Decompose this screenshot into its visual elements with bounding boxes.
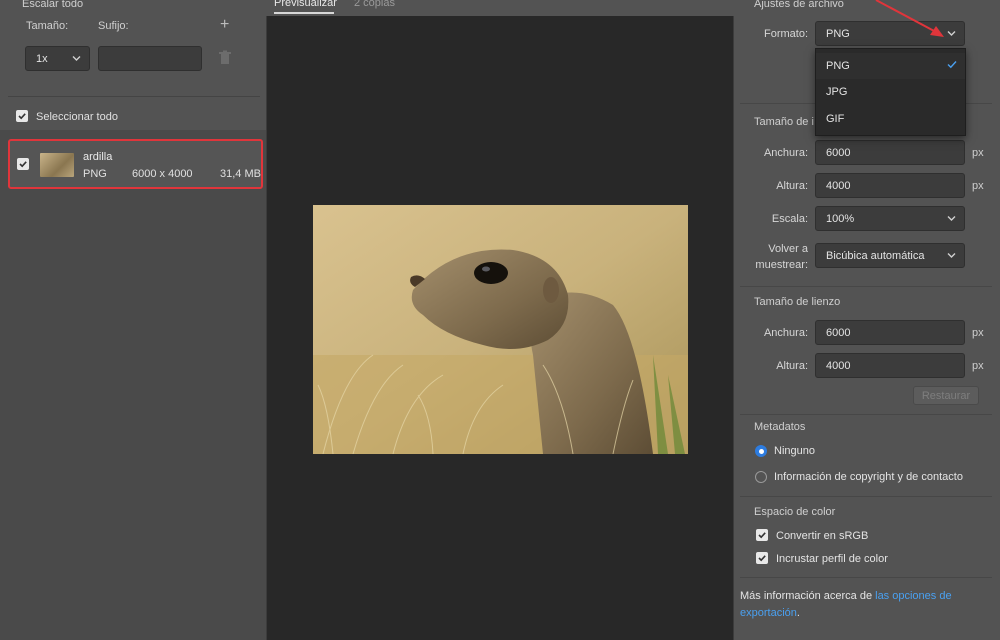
image-scale-dropdown[interactable]: 100% xyxy=(815,206,965,231)
asset-dimensions: 6000 x 4000 xyxy=(132,168,193,180)
canvas-width-unit: px xyxy=(972,327,984,339)
canvas-height-unit: px xyxy=(972,360,984,372)
canvas-height-label: Altura: xyxy=(776,360,808,372)
file-settings-title: Ajustes de archivo xyxy=(754,0,844,10)
annotation-arrow xyxy=(875,0,944,37)
image-width-input[interactable]: 6000 xyxy=(815,140,965,165)
divider xyxy=(740,496,992,497)
resample-dropdown[interactable]: Bicúbica automática xyxy=(815,243,965,268)
canvas-height-input[interactable]: 4000 xyxy=(815,353,965,378)
preview-image xyxy=(313,205,688,454)
asset-format: PNG xyxy=(83,168,107,180)
format-option-png-label: PNG xyxy=(826,60,850,72)
scale-all-title: Escalar todo xyxy=(22,0,84,10)
image-height-input[interactable]: 4000 xyxy=(815,173,965,198)
image-width-label: Anchura: xyxy=(763,147,808,159)
image-height-unit: px xyxy=(972,180,984,192)
asset-name: ardilla xyxy=(83,151,113,163)
resample-label-line2: muestrear: xyxy=(755,259,808,271)
size-label: Tamaño: xyxy=(26,20,69,32)
format-option-gif-label: GIF xyxy=(826,113,845,125)
image-height-label: Altura: xyxy=(776,180,808,192)
format-option-png[interactable]: PNG xyxy=(816,53,965,79)
resample-value: Bicúbica automática xyxy=(826,249,925,262)
divider xyxy=(8,96,260,97)
srgb-label[interactable]: Convertir en sRGB xyxy=(776,530,868,542)
resample-label: Volver a muestrear: xyxy=(742,241,808,273)
srgb-checkbox[interactable] xyxy=(756,529,768,541)
chevron-down-icon xyxy=(72,53,81,64)
select-all-label[interactable]: Seleccionar todo xyxy=(36,111,118,123)
format-dropdown-value: PNG xyxy=(826,27,850,40)
asset-checkbox[interactable] xyxy=(17,158,29,170)
image-size-title: Tamaño de i xyxy=(754,116,814,128)
metadata-title: Metadatos xyxy=(754,421,806,433)
image-scale-value: 100% xyxy=(826,212,855,225)
chevron-down-icon xyxy=(947,213,956,224)
scale-dropdown-value: 1x xyxy=(36,52,48,65)
embed-profile-label[interactable]: Incrustar perfil de color xyxy=(776,553,888,565)
image-width-unit: px xyxy=(972,147,984,159)
reset-button[interactable]: Restaurar xyxy=(913,386,979,405)
format-option-jpg[interactable]: JPG xyxy=(816,79,965,105)
metadata-copyright-radio[interactable] xyxy=(755,471,767,483)
resample-label-line1: Volver a xyxy=(768,243,808,255)
color-space-title: Espacio de color xyxy=(754,506,836,518)
add-scale-icon[interactable]: + xyxy=(220,16,229,34)
tab-preview[interactable]: Previsualizar xyxy=(274,0,337,9)
tab-copies[interactable]: 2 copias xyxy=(354,0,395,9)
asset-size: 31,4 MB xyxy=(220,168,261,180)
canvas-size-title: Tamaño de lienzo xyxy=(754,296,841,308)
export-options-link-cont[interactable]: exportación xyxy=(740,607,797,619)
footer-text: Más información acerca de xyxy=(740,590,876,602)
embed-profile-checkbox[interactable] xyxy=(756,552,768,564)
format-label: Formato: xyxy=(763,28,808,40)
suffix-input[interactable] xyxy=(98,46,202,71)
metadata-copyright-label[interactable]: Información de copyright y de contacto xyxy=(774,471,963,483)
asset-thumbnail xyxy=(40,153,74,177)
format-option-gif[interactable]: GIF xyxy=(816,106,965,132)
canvas-width-input[interactable]: 6000 xyxy=(815,320,965,345)
scale-label: Escala: xyxy=(771,213,808,225)
trash-icon[interactable] xyxy=(218,50,232,69)
export-options-link[interactable]: las opciones de xyxy=(875,590,951,602)
chevron-down-icon xyxy=(947,250,956,261)
format-option-jpg-label: JPG xyxy=(826,86,848,98)
tab-underline xyxy=(274,12,334,14)
scale-dropdown[interactable]: 1x xyxy=(25,46,90,71)
metadata-none-label[interactable]: Ninguno xyxy=(774,445,815,457)
footer-trailing: . xyxy=(796,607,800,619)
asset-list xyxy=(0,130,266,640)
select-all-checkbox[interactable] xyxy=(16,110,28,122)
divider xyxy=(740,286,992,287)
asset-row-ardilla[interactable]: ardilla PNG 6000 x 4000 31,4 MB xyxy=(8,139,263,189)
checkmark-icon xyxy=(947,60,957,72)
metadata-none-radio[interactable] xyxy=(755,445,767,457)
divider xyxy=(740,414,992,415)
divider xyxy=(740,577,992,578)
format-dropdown-menu: PNG JPG GIF xyxy=(815,48,966,136)
suffix-label: Sufijo: xyxy=(98,20,129,32)
export-info-footer: Más información acerca de las opciones d… xyxy=(740,588,990,622)
canvas-width-label: Anchura: xyxy=(763,327,808,339)
